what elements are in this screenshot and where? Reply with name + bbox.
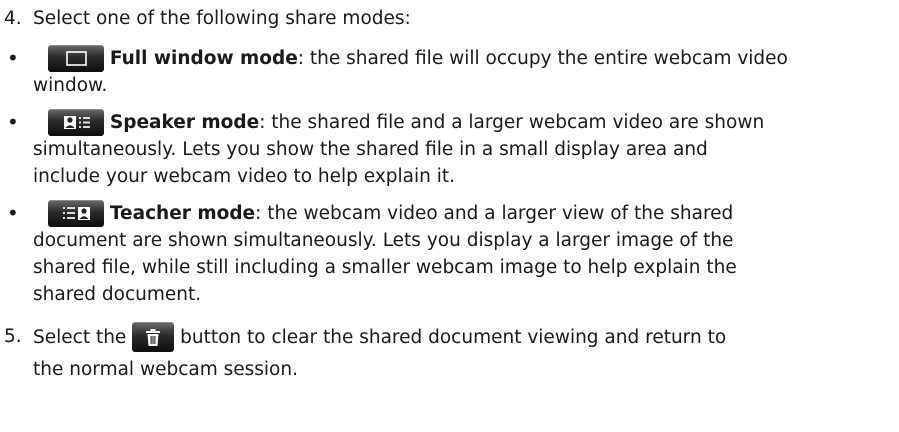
- step-text: Select one of the following share modes:: [33, 8, 411, 29]
- trash-icon: [132, 322, 175, 352]
- step-text: the normal webcam session.: [33, 359, 298, 380]
- mode-description: document are shown simultaneously. Lets …: [33, 230, 734, 251]
- step-text: button to clear the shared document view…: [180, 327, 727, 348]
- mode-description: shared file, while still including a sma…: [33, 257, 737, 278]
- teacher-mode-icon: [48, 199, 104, 227]
- full-window-mode-icon: [48, 44, 104, 72]
- mode-description: : the shared file and a larger webcam vi…: [259, 112, 765, 133]
- mode-title: Speaker mode: [109, 112, 260, 133]
- mode-description: simultaneously. Lets you show the shared…: [33, 139, 708, 160]
- mode-description: : the shared file will occupy the entire…: [297, 48, 788, 69]
- step-number: 4.: [4, 8, 22, 29]
- bullet: •: [7, 110, 19, 134]
- step-text: Select the: [33, 327, 127, 348]
- step-number: 5.: [4, 326, 22, 347]
- mode-title: Full window mode: [109, 48, 298, 69]
- mode-description: window.: [33, 75, 108, 96]
- mode-description: include your webcam video to help explai…: [33, 166, 456, 187]
- speaker-mode-icon: [48, 108, 104, 136]
- bullet: •: [7, 46, 19, 70]
- mode-description: : the webcam video and a larger view of …: [255, 203, 734, 224]
- mode-description: shared document.: [33, 284, 202, 305]
- bullet: •: [7, 201, 19, 225]
- mode-title: Teacher mode: [109, 203, 256, 224]
